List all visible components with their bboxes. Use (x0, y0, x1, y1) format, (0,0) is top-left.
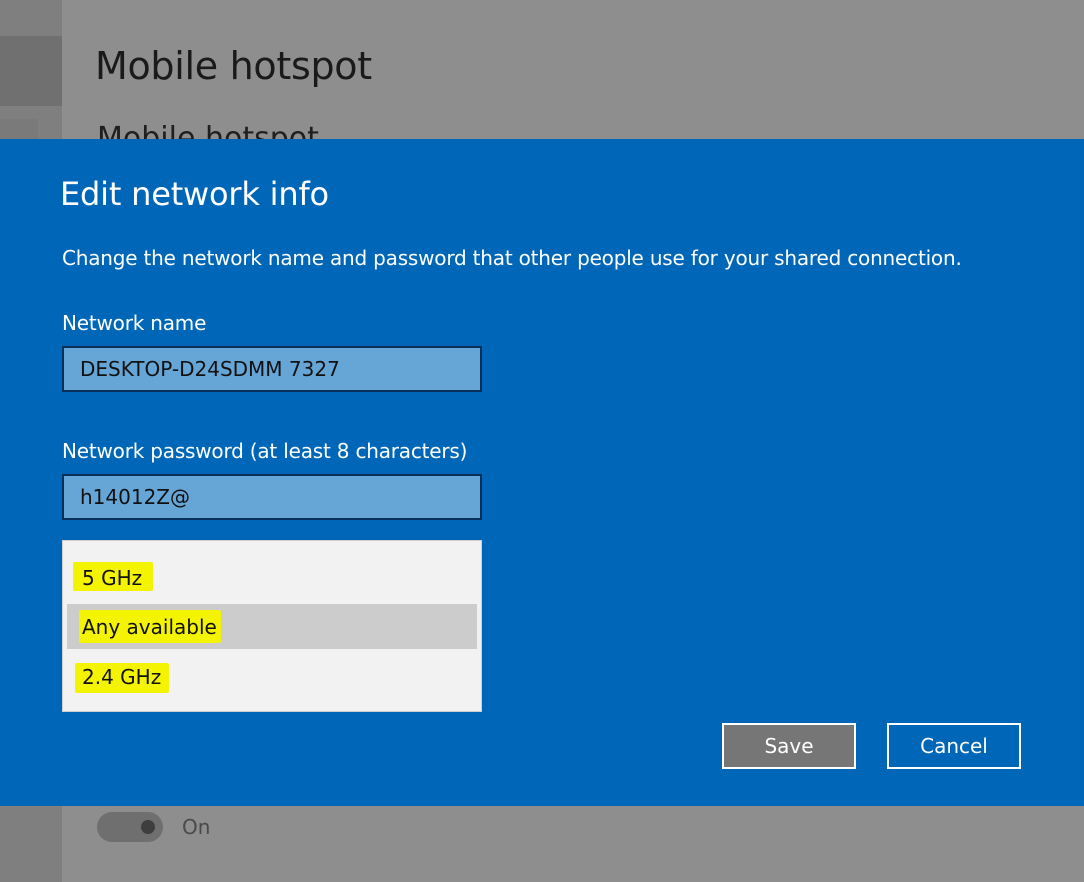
band-option-any-available[interactable]: Any available (67, 604, 477, 649)
background-hotspot-toggle (97, 812, 163, 842)
background-toggle-label: On (182, 815, 211, 839)
background-search-icon (0, 119, 38, 141)
background-page-title: Mobile hotspot (95, 44, 372, 88)
cancel-button[interactable]: Cancel (887, 723, 1021, 769)
save-button[interactable]: Save (722, 723, 856, 769)
background-sidebar-selected-item (0, 36, 62, 106)
network-password-label: Network password (at least 8 characters) (62, 439, 468, 463)
network-name-input[interactable] (62, 346, 482, 392)
network-password-input[interactable] (62, 474, 482, 520)
band-option-label: Any available (82, 615, 217, 639)
network-name-label: Network name (62, 311, 207, 335)
edit-network-info-dialog: Edit network info Change the network nam… (0, 139, 1084, 806)
band-option-label: 5 GHz (82, 566, 143, 590)
band-option-label: 2.4 GHz (82, 665, 162, 689)
band-option-2-4ghz[interactable]: 2.4 GHz (67, 654, 477, 699)
dialog-description: Change the network name and password tha… (62, 246, 962, 270)
band-option-5ghz[interactable]: 5 GHz (67, 554, 477, 599)
toggle-knob (141, 820, 155, 834)
network-band-dropdown-list: 5 GHz Any available 2.4 GHz (62, 540, 482, 712)
dialog-title: Edit network info (60, 175, 329, 213)
background-section-title: Mobile hotspot (97, 121, 319, 139)
